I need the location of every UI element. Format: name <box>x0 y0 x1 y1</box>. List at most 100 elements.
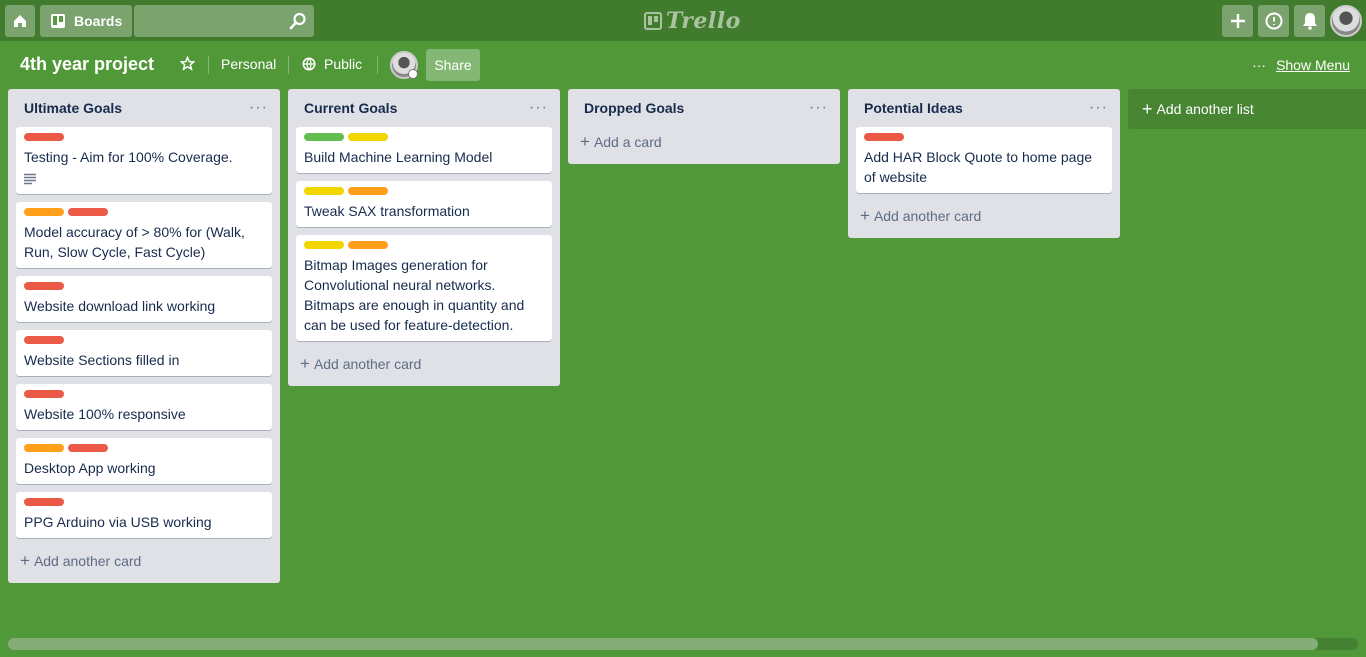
header-divider <box>288 56 289 74</box>
card-label <box>348 133 388 141</box>
card-label <box>68 444 108 452</box>
card-title: Tweak SAX transformation <box>304 203 470 219</box>
list-title[interactable]: Dropped Goals <box>584 100 684 116</box>
card-title: Website 100% responsive <box>24 406 186 422</box>
card-labels <box>24 208 264 216</box>
card[interactable]: Testing - Aim for 100% Coverage. <box>16 127 272 194</box>
show-menu-button[interactable]: ··· Show Menu <box>1252 57 1350 73</box>
card-label <box>24 208 64 216</box>
user-avatar[interactable] <box>1330 5 1362 37</box>
share-button[interactable]: Share <box>426 49 480 81</box>
star-button[interactable] <box>180 56 195 71</box>
card-labels <box>24 444 264 452</box>
card-label <box>348 241 388 249</box>
card-label <box>864 133 904 141</box>
board-title[interactable]: 4th year project <box>20 54 154 75</box>
list-header[interactable]: Dropped Goals ··· <box>576 89 832 127</box>
list-menu-icon[interactable]: ··· <box>249 100 268 116</box>
card[interactable]: Bitmap Images generation for Convolution… <box>296 235 552 341</box>
list-menu-icon[interactable]: ··· <box>1089 100 1108 116</box>
card-label <box>348 187 388 195</box>
list-menu-icon[interactable]: ··· <box>809 100 828 116</box>
card-labels <box>304 133 544 141</box>
card-labels <box>24 133 264 141</box>
add-list-label: Add another list <box>1156 101 1254 117</box>
list-header[interactable]: Current Goals ··· <box>296 89 552 127</box>
card-title: Model accuracy of > 80% for (Walk, Run, … <box>24 224 245 260</box>
card-label <box>24 336 64 344</box>
add-card-button[interactable]: + Add another card <box>856 201 1112 230</box>
card-title: Build Machine Learning Model <box>304 149 493 165</box>
card-labels <box>304 187 544 195</box>
card-labels <box>24 390 264 398</box>
description-icon <box>24 173 36 185</box>
card[interactable]: Add HAR Block Quote to home page of webs… <box>856 127 1112 193</box>
card[interactable]: Website Sections filled in <box>16 330 272 376</box>
logo-text: Trello <box>666 8 741 34</box>
list: Ultimate Goals ··· Testing - Aim for 100% … <box>8 89 280 583</box>
create-button[interactable] <box>1222 5 1253 37</box>
trello-logo-icon <box>644 12 662 30</box>
home-button[interactable] <box>5 5 35 37</box>
card-labels <box>304 241 544 249</box>
list: Potential Ideas ··· Add HAR Block Quote to… <box>848 89 1120 238</box>
card-label <box>24 133 64 141</box>
list-header[interactable]: Ultimate Goals ··· <box>16 89 272 127</box>
trello-logo[interactable]: Trello <box>644 8 741 34</box>
home-icon <box>14 15 26 27</box>
card[interactable]: Website download link working <box>16 276 272 322</box>
card-labels <box>24 498 264 506</box>
card-labels <box>24 282 264 290</box>
add-card-button[interactable]: + Add another card <box>16 546 272 575</box>
plus-icon: + <box>20 551 30 570</box>
search-icon[interactable] <box>289 12 307 30</box>
card-title: Website download link working <box>24 298 216 314</box>
team-button[interactable]: Personal <box>221 56 276 72</box>
card-labels <box>24 336 264 344</box>
add-card-button[interactable]: + Add a card <box>576 127 832 156</box>
boards-icon <box>51 14 65 28</box>
bell-icon <box>1302 13 1317 30</box>
card-title: PPG Arduino via USB working <box>24 514 212 530</box>
list: Current Goals ··· Build Machine Learning M… <box>288 89 560 386</box>
visibility-button[interactable]: Public <box>302 56 362 72</box>
card-label <box>304 187 344 195</box>
list-title[interactable]: Ultimate Goals <box>24 100 122 116</box>
card-labels <box>864 133 1104 141</box>
list-title[interactable]: Potential Ideas <box>864 100 963 116</box>
more-icon: ··· <box>1252 57 1267 73</box>
search-input[interactable] <box>134 5 314 37</box>
add-card-button[interactable]: + Add another card <box>296 349 552 378</box>
globe-icon <box>302 57 316 71</box>
add-card-label: Add a card <box>593 133 662 150</box>
team-label: Personal <box>221 56 277 72</box>
card-title: Desktop App working <box>24 460 156 476</box>
add-list-button[interactable]: + Add another list <box>1128 89 1366 129</box>
card-label <box>304 241 344 249</box>
card-title: Testing - Aim for 100% Coverage. <box>24 149 233 165</box>
add-card-label: Add another card <box>313 355 422 372</box>
add-card-label: Add another card <box>873 207 982 224</box>
card[interactable]: Tweak SAX transformation <box>296 181 552 227</box>
card[interactable]: Build Machine Learning Model <box>296 127 552 173</box>
header-divider <box>208 56 209 74</box>
list-title[interactable]: Current Goals <box>304 100 397 116</box>
boards-button[interactable]: Boards <box>40 5 133 37</box>
visibility-label: Public <box>324 56 363 72</box>
notifications-button[interactable] <box>1294 5 1325 37</box>
card[interactable]: PPG Arduino via USB working <box>16 492 272 538</box>
scrollbar-thumb[interactable] <box>8 638 1318 650</box>
card[interactable]: Website 100% responsive <box>16 384 272 430</box>
card[interactable]: Model accuracy of > 80% for (Walk, Run, … <box>16 202 272 268</box>
info-button[interactable] <box>1258 5 1289 37</box>
card-label <box>24 282 64 290</box>
info-icon <box>1265 12 1282 30</box>
list-header[interactable]: Potential Ideas ··· <box>856 89 1112 127</box>
card-label <box>24 444 64 452</box>
boards-label: Boards <box>74 13 123 29</box>
list-menu-icon[interactable]: ··· <box>529 100 548 116</box>
add-card-label: Add another card <box>33 552 142 569</box>
plus-icon <box>1230 14 1245 28</box>
card[interactable]: Desktop App working <box>16 438 272 484</box>
star-icon <box>180 56 195 71</box>
